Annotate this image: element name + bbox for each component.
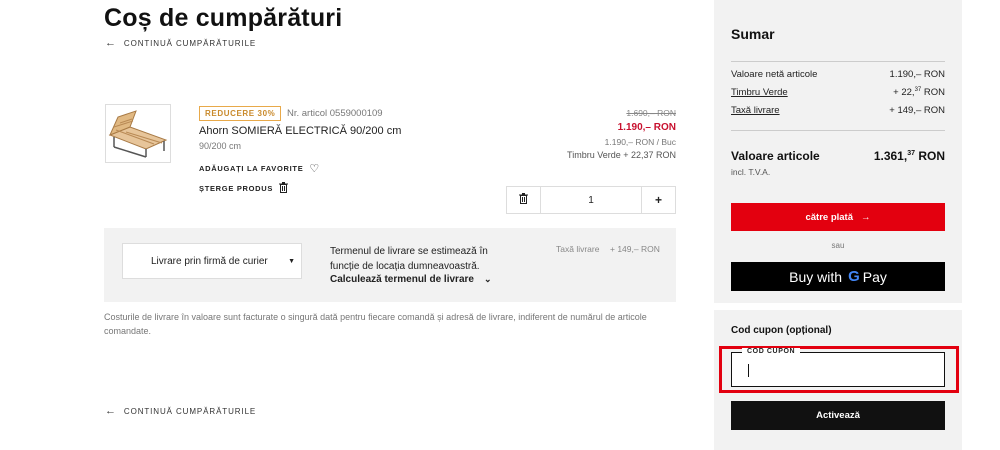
article-number: Nr. articol 0559000109 [287,108,383,119]
continue-shopping-label: CONTINUĂ CUMPĂRĂTURILE [123,406,257,416]
total-label: Valoare articole [731,149,820,163]
coupon-input[interactable] [744,363,924,377]
google-pay-button[interactable]: Buy with G Pay [731,262,945,291]
total-value: 1.361,37 RON [873,149,945,163]
quantity-stepper: 1 + [506,186,676,214]
chevron-down-icon: ⌄ [483,274,492,284]
delivery-tax-label: Taxă livrare [556,244,600,254]
gpay-buy-label: Buy with [789,268,843,285]
vat-note: incl. T.V.A. [731,167,771,177]
coupon-field: COD CUPON [731,348,945,387]
product-name[interactable]: Ahorn SOMIERĂ ELECTRICĂ 90/200 cm [199,125,401,137]
continue-shopping-link[interactable]: ← CONTINUĂ CUMPĂRĂTURILE [105,37,256,49]
summary-row-timbru: Timbru Verde + 22,37 RON [731,87,945,98]
quantity-delete-button[interactable] [507,187,541,213]
quantity-increase-button[interactable]: + [641,187,675,213]
page-title: Coș de cumpărături [104,4,343,32]
heart-icon: ♡ [309,163,320,175]
delivery-tax-value: + 149,– RON [610,244,660,254]
summary-panel: Sumar Valoare netă articole 1.190,– RON … [714,0,962,303]
delete-product-button[interactable]: ȘTERGE PRODUS [199,182,289,195]
old-price: 1.690,– RON [626,108,676,118]
summary-row-net: Valoare netă articole 1.190,– RON [731,69,945,80]
google-g-icon: G [848,268,860,285]
product-image[interactable] [105,104,171,163]
or-separator: sau [831,241,845,250]
summary-row-delivery: Taxă livrare + 149,– RON [731,105,945,116]
checkout-label: către plată [805,211,854,223]
trash-icon [279,182,289,195]
discount-badge: REDUCERE 30% [199,106,282,121]
summary-row-label-link[interactable]: Taxă livrare [731,105,780,116]
arrow-left-icon: ← [105,405,117,417]
coupon-field-label: COD CUPON [742,348,801,355]
summary-row-value: + 22,37 RON [893,87,945,99]
sale-price: 1.190,– RON [617,122,676,133]
add-to-favorites-button[interactable]: ADĂUGAȚI LA FAVORITE ♡ [199,162,320,175]
arrow-left-icon: ← [105,37,117,49]
bed-frame-icon [108,110,168,158]
trash-icon [519,193,528,207]
timbru-verde-fee: Timbru Verde + 22,37 RON [567,150,676,160]
delivery-method-select[interactable]: Livrare prin firmă de curier ▼ [122,243,302,279]
text-cursor [748,364,749,377]
delivery-info-text: Termenul de livrare se estimează în func… [330,246,488,272]
arrow-right-icon: → [861,211,871,223]
divider [731,61,945,62]
checkout-button[interactable]: către plată → [731,203,945,231]
divider [731,130,945,131]
delivery-cost-note: Costurile de livrare în valoare sunt fac… [104,312,647,336]
coupon-panel: Cod cupon (opțional) COD CUPON Activează [714,310,962,450]
continue-shopping-link-bottom[interactable]: ← CONTINUĂ CUMPĂRĂTURILE [105,405,256,417]
delete-product-label: ȘTERGE PRODUS [199,184,274,193]
coupon-title: Cod cupon (opțional) [731,325,832,336]
summary-row-label-link[interactable]: Timbru Verde [731,87,788,98]
quantity-value[interactable]: 1 [541,187,641,213]
activate-coupon-button[interactable]: Activează [731,401,945,430]
plus-icon: + [654,193,662,207]
add-to-favorites-label: ADĂUGAȚI LA FAVORITE [199,164,304,173]
summary-row-value: + 149,– RON [889,105,945,116]
gpay-pay-label: Pay [862,268,887,285]
caret-down-icon: ▼ [288,258,295,265]
delivery-panel: Livrare prin firmă de curier ▼ Termenul … [104,228,676,302]
calculate-delivery-link[interactable]: Calculează termenul de livrare ⌄ [330,274,492,285]
summary-title: Sumar [731,26,775,42]
summary-row-value: 1.190,– RON [889,69,945,80]
summary-row-label: Valoare netă articole [731,69,818,80]
cart-page: Coș de cumpărături ← CONTINUĂ CUMPĂRĂTUR… [0,0,1000,450]
unit-price: 1.190,– RON / Buc [604,137,676,147]
calculate-delivery-label: Calculează termenul de livrare [330,274,474,285]
product-size: 90/200 cm [199,141,242,151]
delivery-method-value: Livrare prin firmă de curier [151,255,268,267]
continue-shopping-label: CONTINUĂ CUMPĂRĂTURILE [123,38,257,48]
